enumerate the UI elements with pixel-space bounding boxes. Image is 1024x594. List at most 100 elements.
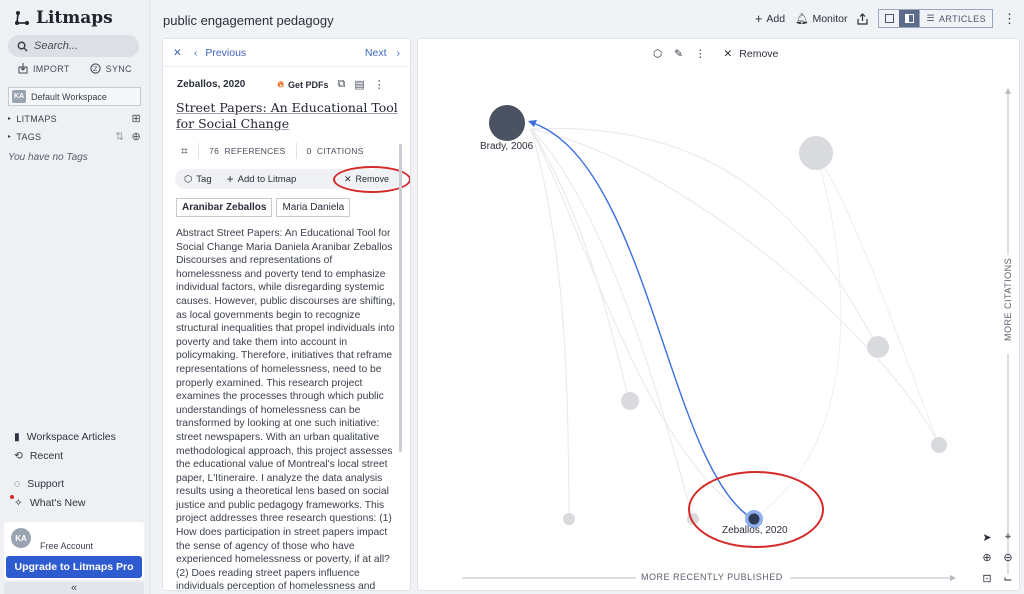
tags-section-label: TAGS xyxy=(16,131,42,142)
locate-icon[interactable]: ⌖ xyxy=(1001,530,1015,544)
article-node[interactable] xyxy=(489,105,525,141)
y-axis-label: MORE CITATIONS xyxy=(1003,254,1013,344)
citations-label: CITATIONS xyxy=(316,146,364,156)
import-button[interactable]: IMPORT xyxy=(18,63,70,74)
document-icon[interactable]: ▤ xyxy=(354,78,364,91)
author-chip[interactable]: Maria Daniela xyxy=(276,198,351,217)
x-axis-label: MORE RECENTLY PUBLISHED xyxy=(638,572,786,582)
account-card: KA Free Account Upgrade to Litmaps Pro xyxy=(4,522,144,580)
whats-new-label: What's New xyxy=(29,497,86,509)
chevron-left-icon: ‹ xyxy=(193,46,198,59)
tag-button[interactable]: ⬡ Tag xyxy=(184,174,212,185)
upgrade-button[interactable]: Upgrade to Litmaps Pro xyxy=(6,556,142,578)
split-icon xyxy=(904,14,914,23)
sparkle-icon: ✧ xyxy=(10,495,23,509)
chat-icon: ◌ xyxy=(14,478,21,490)
article-node[interactable] xyxy=(563,513,575,525)
monitor-button[interactable]: 🔔︎ Monitor xyxy=(795,12,848,26)
author-chip[interactable]: Aranibar Zeballos xyxy=(176,198,273,217)
workspace-articles-link[interactable]: ▮ Workspace Articles xyxy=(14,431,116,443)
recent-link[interactable]: ⟲ Recent xyxy=(14,450,63,462)
get-pdfs-button[interactable]: 🔥︎ Get PDFs xyxy=(277,79,328,90)
litmaps-section-label: LITMAPS xyxy=(16,113,57,124)
logo[interactable]: Litmaps xyxy=(14,8,113,28)
article-node[interactable] xyxy=(867,336,889,358)
sort-icon[interactable]: ⇅ xyxy=(115,130,125,143)
next-label: Next xyxy=(364,46,387,59)
litmaps-section[interactable]: ▸ LITMAPS ⊞ xyxy=(8,112,141,125)
share-icon xyxy=(857,12,869,25)
sidebar: Litmaps Search... IMPORT Z SYNC KA Defau… xyxy=(0,0,150,594)
citations-stat[interactable]: 0 CITATIONS xyxy=(307,146,364,156)
network-icon[interactable]: ⌗ xyxy=(181,144,188,159)
sync-icon: Z xyxy=(90,63,101,74)
layout-icon[interactable]: ⌙ xyxy=(1001,571,1015,585)
article-node[interactable] xyxy=(931,437,947,453)
references-label: REFERENCES xyxy=(224,146,286,156)
add-button[interactable]: + Add xyxy=(755,11,785,26)
article-node[interactable] xyxy=(621,392,639,410)
more-vertical-icon[interactable]: ⋮ xyxy=(1003,11,1016,27)
articles-label: ARTICLES xyxy=(938,13,986,24)
add-litmap-icon[interactable]: ⊞ xyxy=(131,112,141,125)
search-input[interactable]: Search... xyxy=(8,35,139,57)
account-type: Free Account xyxy=(40,541,94,551)
citation-link xyxy=(752,152,842,520)
next-button[interactable]: Next › xyxy=(365,47,400,59)
tags-section[interactable]: ▸ TAGS ⇅ ⊕ xyxy=(8,130,141,143)
bell-icon: 🔔︎ xyxy=(795,13,809,25)
library-icon: ▮ xyxy=(14,431,20,443)
highlight-ring xyxy=(688,471,824,548)
map-only-view-button[interactable] xyxy=(879,10,899,27)
zoom-out-icon[interactable]: ⊖ xyxy=(1001,550,1015,564)
pointer-icon[interactable]: ➤ xyxy=(980,530,994,544)
map-title[interactable]: public engagement pedagogy xyxy=(163,13,334,28)
share-button[interactable] xyxy=(857,12,869,25)
articles-view-button[interactable]: ☰ ARTICLES xyxy=(919,10,992,27)
search-placeholder: Search... xyxy=(34,40,79,52)
split-view-button[interactable] xyxy=(899,10,920,27)
caret-right-icon: ▸ xyxy=(8,134,12,140)
article-title[interactable]: Street Papers: An Educational Tool for S… xyxy=(176,100,401,132)
sync-button[interactable]: Z SYNC xyxy=(90,63,132,74)
article-abstract: Abstract Street Papers: An Educational T… xyxy=(176,228,396,591)
citation-link xyxy=(530,128,570,520)
add-to-litmap-button[interactable]: + Add to Litmap xyxy=(227,172,297,186)
account-avatar[interactable]: KA xyxy=(11,528,31,548)
add-tag-icon[interactable]: ⊕ xyxy=(131,130,141,143)
history-icon: ⟲ xyxy=(14,450,23,462)
arrow-right-icon xyxy=(950,575,956,581)
citation-link xyxy=(815,152,940,446)
collapse-sidebar-button[interactable]: « xyxy=(4,582,144,594)
citation-graph: ⬡ ✎ ⋮ ✕ Remove Brady, 2006 Zeballos, 202… xyxy=(417,38,1020,591)
tag-label: Tag xyxy=(196,173,212,185)
references-count: 76 xyxy=(209,146,220,156)
panel-scrollbar[interactable] xyxy=(399,144,402,452)
close-icon[interactable]: ✕ xyxy=(173,47,182,59)
flame-icon: 🔥︎ xyxy=(277,79,284,89)
arrow-up-icon xyxy=(1005,88,1011,94)
citation-link xyxy=(530,128,754,520)
zoom-in-icon[interactable]: ⊕ xyxy=(980,550,994,564)
square-icon xyxy=(884,14,894,23)
recent-label: Recent xyxy=(29,450,64,462)
tag-icon: ⬡ xyxy=(184,173,193,185)
references-stat[interactable]: 76 REFERENCES xyxy=(209,146,285,156)
add-to-litmap-label: Add to Litmap xyxy=(237,173,297,185)
support-link[interactable]: ◌ Support xyxy=(14,478,64,490)
workspace-selector[interactable]: KA Default Workspace xyxy=(8,87,141,106)
monitor-label: Monitor xyxy=(812,12,848,25)
plus-icon: + xyxy=(226,172,234,186)
list-icon: ☰ xyxy=(926,13,935,23)
get-pdfs-label: Get PDFs xyxy=(287,79,329,90)
link-icon[interactable]: ⧉ xyxy=(338,78,346,91)
previous-button[interactable]: ‹ Previous xyxy=(194,47,246,59)
citation-link xyxy=(530,128,631,402)
fit-view-icon[interactable]: ⊡ xyxy=(980,571,994,585)
workspace-avatar: KA xyxy=(12,90,26,103)
more-vertical-icon[interactable]: ⋮ xyxy=(374,78,385,91)
article-node[interactable] xyxy=(799,136,833,170)
node-label: Brady, 2006 xyxy=(480,141,534,152)
view-toggle: ☰ ARTICLES xyxy=(878,9,993,28)
whats-new-link[interactable]: ✧ What's New xyxy=(10,495,86,509)
